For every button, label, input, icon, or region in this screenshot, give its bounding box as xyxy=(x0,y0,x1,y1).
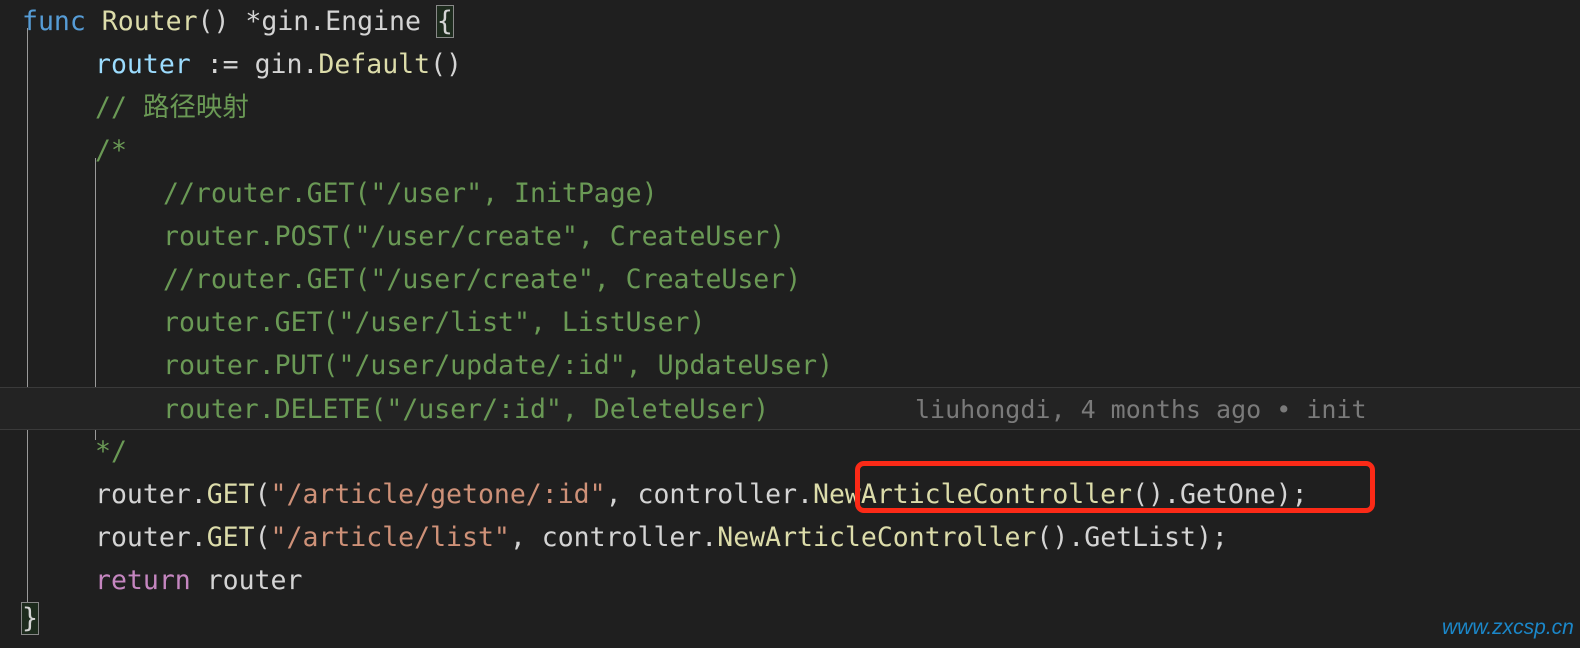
commented-route-get-user-list: router.GET("/user/list", ListUser) xyxy=(163,307,706,338)
git-blame-annotation[interactable]: liuhongdi, 4 months ago • init xyxy=(915,388,1367,431)
constructor-new-article-controller-getone: NewArticleController xyxy=(813,479,1133,510)
commented-route-get-user-create: //router.GET("/user/create", CreateUser) xyxy=(163,264,802,295)
code-line-router-default[interactable]: router := gin.Default() xyxy=(0,43,1580,86)
code-line-commented-put-user-update[interactable]: router.PUT("/user/update/:id", UpdateUse… xyxy=(0,344,1580,387)
assign-operator: := xyxy=(190,49,255,80)
commented-route-get-user: //router.GET("/user", InitPage) xyxy=(163,178,658,209)
commented-route-delete-user: router.DELETE("/user/:id", DeleteUser) xyxy=(163,394,770,425)
brace-close-highlight: } xyxy=(21,602,39,635)
variable-router: router xyxy=(95,49,191,80)
return-value-router: router xyxy=(190,565,303,596)
keyword-return: return xyxy=(95,565,191,596)
close-paren-semicolon-getone: ); xyxy=(1275,479,1308,510)
package-controller-getlist: , controller. xyxy=(509,522,718,553)
block-comment-open: /* xyxy=(95,135,127,166)
call-parens-default: () xyxy=(430,49,462,80)
package-gin: gin. xyxy=(254,49,319,80)
code-line-return-router[interactable]: return router xyxy=(0,559,1580,602)
code-line-commented-get-user-list[interactable]: router.GET("/user/list", ListUser) xyxy=(0,301,1580,344)
method-get-getlist: GET xyxy=(206,522,255,553)
code-line-commented-delete-user[interactable]: router.DELETE("/user/:id", DeleteUser) li… xyxy=(0,387,1580,430)
space-1 xyxy=(86,6,102,37)
code-line-get-article-getone[interactable]: router.GET("/article/getone/:id", contro… xyxy=(0,473,1580,516)
open-paren-getone: ( xyxy=(254,479,271,510)
string-route-path-getone: "/article/getone/:id" xyxy=(270,479,606,510)
code-content[interactable]: func Router() *gin.Engine { router := gi… xyxy=(0,0,1580,648)
block-comment-close: */ xyxy=(95,436,127,467)
code-line-func-router[interactable]: func Router() *gin.Engine { xyxy=(0,0,1580,43)
function-name-router: Router xyxy=(101,6,198,37)
handler-getlist: GetList xyxy=(1084,522,1196,553)
return-type-gin-engine: *gin.Engine xyxy=(245,6,437,37)
close-paren-semicolon-getlist: ); xyxy=(1195,522,1228,553)
package-controller-getone: , controller. xyxy=(605,479,813,510)
method-get-getone: GET xyxy=(206,479,255,510)
code-line-commented-get-user[interactable]: //router.GET("/user", InitPage) xyxy=(0,172,1580,215)
code-line-get-article-list[interactable]: router.GET("/article/list", controller.N… xyxy=(0,516,1580,559)
receiver-router-getone: router. xyxy=(95,479,207,510)
code-editor[interactable]: func Router() *gin.Engine { router := gi… xyxy=(0,0,1580,648)
code-line-commented-get-user-create[interactable]: //router.GET("/user/create", CreateUser) xyxy=(0,258,1580,301)
comment-path-mapping: // 路径映射 xyxy=(95,92,249,123)
commented-route-put-user-update: router.PUT("/user/update/:id", UpdateUse… xyxy=(163,350,834,381)
function-default: Default xyxy=(318,49,431,80)
code-line-comment-path-mapping[interactable]: // 路径映射 xyxy=(0,86,1580,129)
call-parens-getlist: (). xyxy=(1036,522,1085,553)
code-line-commented-post-user-create[interactable]: router.POST("/user/create", CreateUser) xyxy=(0,215,1580,258)
receiver-router-getlist: router. xyxy=(95,522,207,553)
constructor-new-article-controller-getlist: NewArticleController xyxy=(717,522,1037,553)
keyword-func: func xyxy=(22,6,86,37)
commented-route-post-user-create: router.POST("/user/create", CreateUser) xyxy=(163,221,786,252)
open-paren-getlist: ( xyxy=(254,522,271,553)
code-line-block-comment-open[interactable]: /* xyxy=(0,129,1580,172)
code-line-closing-brace[interactable]: } xyxy=(0,597,1580,640)
string-route-path-getlist: "/article/list" xyxy=(270,522,510,553)
code-line-block-comment-close[interactable]: */ xyxy=(0,430,1580,473)
brace-open-highlight: { xyxy=(435,5,454,38)
site-watermark: www.zxcsp.cn xyxy=(1442,616,1574,639)
handler-getone: GetOne xyxy=(1179,479,1276,510)
paren-empty-args: () xyxy=(197,6,246,37)
call-parens-getone: (). xyxy=(1132,479,1180,510)
